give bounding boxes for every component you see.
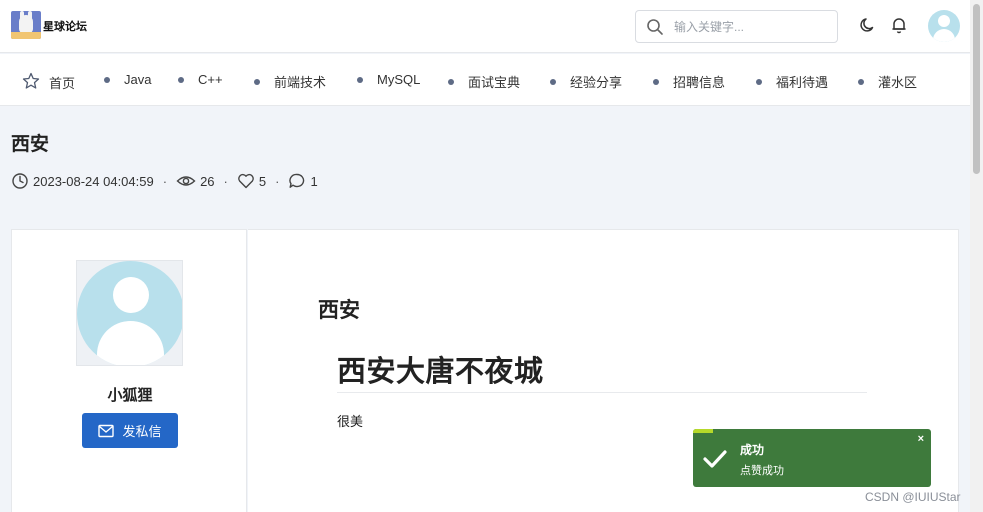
avatar-body (933, 29, 955, 42)
page-scrollbar[interactable] (970, 0, 983, 512)
nav-item-chat[interactable]: 灌水区 (858, 72, 917, 91)
private-message-button[interactable]: 发私信 (82, 413, 178, 448)
nav-item-java[interactable]: Java (104, 72, 151, 87)
search-icon (646, 18, 664, 41)
nav-label: 招聘信息 (673, 75, 726, 90)
content-heading: 西安大唐不夜城 (337, 356, 544, 388)
meta-separator: · (162, 173, 168, 189)
nav-label: C++ (198, 72, 223, 87)
heart-icon[interactable] (237, 172, 255, 190)
bullet-icon (858, 78, 864, 85)
logo-bunny (19, 15, 33, 33)
nav-label: 福利待遇 (776, 75, 829, 90)
watermark: CSDN @IUIUStar (865, 490, 961, 504)
nav-label: 灌水区 (878, 75, 918, 90)
success-toast: 成功 点赞成功 × (693, 429, 931, 487)
meta-separator: · (223, 173, 228, 189)
nav-item-interview[interactable]: 面试宝典 (448, 72, 520, 91)
nav-item-benefits[interactable]: 福利待遇 (756, 72, 828, 91)
bullet-icon (756, 78, 762, 85)
author-name[interactable]: 小狐狸 (12, 384, 248, 405)
toast-progress (693, 429, 713, 433)
avatar-body (97, 321, 164, 365)
site-logo[interactable] (11, 11, 41, 39)
bullet-icon (104, 76, 110, 83)
toast-close-button[interactable]: × (918, 433, 924, 445)
star-icon (22, 72, 40, 93)
post-meta: 2023-08-24 04:04:59 · 26 · 5 · 1 (11, 172, 318, 190)
post-date: 2023-08-24 04:04:59 (33, 173, 154, 189)
category-nav: 首页 Java C++ 前端技术 MySQL 面试宝典 经验分享 招聘信息 福利… (0, 54, 970, 106)
content-paragraph: 很美 (337, 414, 364, 429)
search-input[interactable] (674, 17, 829, 37)
eye-icon (176, 176, 196, 186)
logo-ground (11, 32, 41, 39)
clock-icon (12, 173, 28, 189)
bullet-icon (357, 76, 363, 83)
author-avatar[interactable] (76, 260, 183, 366)
nav-label: MySQL (377, 72, 421, 87)
nav-item-mysql[interactable]: MySQL (357, 72, 420, 87)
author-card: 小狐狸 发私信 (11, 229, 247, 512)
comment-icon[interactable] (288, 172, 306, 190)
bullet-icon (178, 76, 184, 83)
avatar-circle (77, 261, 182, 365)
page-title: 西安 (11, 134, 50, 155)
bullet-icon (653, 78, 659, 85)
view-count: 26 (200, 173, 215, 189)
bullet-icon (550, 78, 556, 85)
nav-item-experience[interactable]: 经验分享 (550, 72, 622, 91)
content-divider (337, 392, 867, 393)
search-box[interactable] (635, 10, 838, 43)
toast-title: 成功 (740, 443, 765, 457)
avatar-head (938, 15, 950, 27)
site-name[interactable]: 星球论坛 (43, 18, 87, 34)
bullet-icon (254, 78, 260, 85)
content-title: 西安 (318, 299, 360, 322)
nav-label: 首页 (49, 76, 76, 91)
moon-icon[interactable] (859, 16, 877, 39)
check-icon (703, 449, 727, 474)
mail-icon (98, 424, 115, 437)
nav-label: Java (124, 72, 152, 87)
nav-label: 面试宝典 (468, 75, 521, 90)
like-count: 5 (258, 173, 267, 189)
nav-item-jobs[interactable]: 招聘信息 (653, 72, 725, 91)
toast-message: 点赞成功 (740, 465, 784, 477)
nav-item-frontend[interactable]: 前端技术 (254, 72, 326, 91)
nav-item-home[interactable]: 首页 (22, 72, 75, 93)
user-avatar[interactable] (928, 10, 960, 42)
nav-label: 经验分享 (570, 75, 623, 90)
bullet-icon (448, 78, 454, 85)
scrollbar-thumb[interactable] (973, 4, 980, 174)
pm-label: 发私信 (122, 424, 162, 439)
top-header: 星球论坛 (0, 0, 970, 53)
meta-separator: · (275, 173, 280, 189)
bell-icon[interactable] (890, 16, 908, 39)
comment-count: 1 (310, 173, 318, 189)
avatar-head (113, 277, 149, 313)
nav-label: 前端技术 (274, 75, 327, 90)
nav-item-cpp[interactable]: C++ (178, 72, 223, 87)
